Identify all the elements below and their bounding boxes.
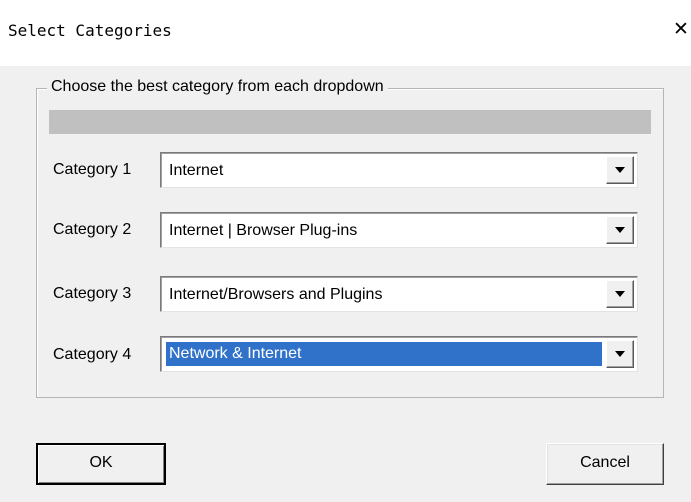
chevron-down-icon (615, 167, 625, 173)
category-4-label: Category 4 (53, 346, 132, 363)
progress-bar (49, 110, 651, 134)
category-4-value: Network & Internet (169, 345, 302, 362)
chevron-down-icon (615, 351, 625, 357)
category-2-label: Category 2 (53, 221, 132, 238)
close-button[interactable]: ✕ (672, 18, 690, 40)
category-2-dropdown-button[interactable] (606, 216, 634, 244)
category-3-dropdown-button[interactable] (606, 280, 634, 308)
close-icon: ✕ (673, 18, 689, 40)
category-2-value: Internet | Browser Plug-ins (169, 222, 358, 239)
groupbox-legend: Choose the best category from each dropd… (47, 77, 388, 97)
chevron-down-icon (615, 227, 625, 233)
category-1-label: Category 1 (53, 161, 132, 178)
category-3-dropdown[interactable]: Internet/Browsers and Plugins (160, 276, 638, 312)
window-title: Select Categories (8, 21, 172, 40)
category-4-dropdown-button[interactable] (606, 340, 634, 368)
category-3-value: Internet/Browsers and Plugins (169, 286, 383, 303)
category-1-dropdown-button[interactable] (606, 156, 634, 184)
category-1-dropdown[interactable]: Internet (160, 152, 638, 188)
category-1-value: Internet (169, 162, 224, 179)
category-2-dropdown[interactable]: Internet | Browser Plug-ins (160, 212, 638, 248)
chevron-down-icon (615, 291, 625, 297)
cancel-button[interactable]: Cancel (546, 443, 664, 485)
category-4-dropdown[interactable]: Network & Internet (160, 336, 638, 372)
category-3-label: Category 3 (53, 285, 132, 302)
title-bar: Select Categories ✕ (0, 0, 691, 66)
ok-button[interactable]: OK (36, 443, 166, 485)
